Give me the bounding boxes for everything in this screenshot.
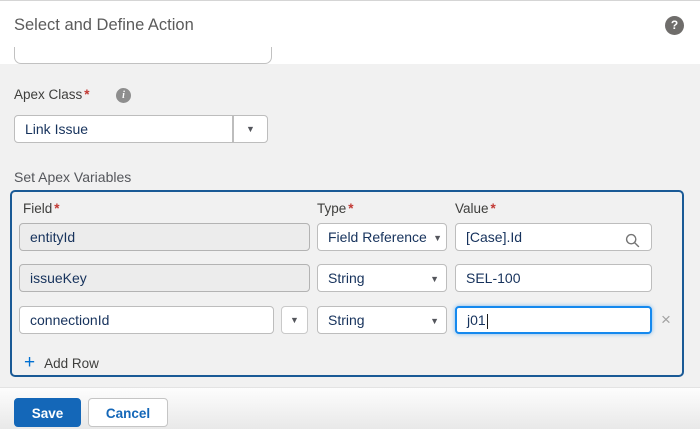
add-row-label: Add Row [44, 356, 99, 371]
close-icon[interactable]: × [657, 309, 675, 331]
required-asterisk: * [348, 201, 353, 216]
search-icon[interactable] [625, 230, 640, 251]
type-select-row2[interactable]: String ▼ [317, 264, 447, 292]
required-asterisk: * [54, 201, 59, 216]
chevron-down-icon: ▼ [430, 308, 439, 334]
text-cursor [487, 314, 489, 329]
footer-bar: Save Cancel [0, 387, 700, 429]
value-input-row3-text: j01 [467, 312, 486, 328]
apex-class-combobox[interactable]: Link Issue [14, 115, 233, 143]
field-header-text: Field [23, 201, 52, 216]
apex-class-label: Apex Class* [14, 87, 90, 102]
field-dropdown-button-row3[interactable]: ▼ [281, 306, 308, 334]
value-input-row3-focused[interactable]: j01 [455, 306, 652, 334]
type-select-row2-value: String [328, 270, 365, 286]
type-select-row3-value: String [328, 312, 365, 328]
column-header-value: Value* [455, 201, 496, 216]
chevron-down-icon: ▼ [290, 307, 299, 333]
chevron-down-icon: ▼ [430, 266, 439, 292]
value-input-row2[interactable]: SEL-100 [455, 264, 652, 292]
set-apex-variables-title: Set Apex Variables [14, 169, 131, 185]
value-input-row1[interactable]: [Case].Id [455, 223, 652, 251]
apex-class-label-text: Apex Class [14, 87, 82, 102]
save-button[interactable]: Save [14, 398, 81, 427]
info-icon[interactable]: i [116, 88, 131, 103]
plus-icon: + [24, 352, 35, 373]
type-select-row3[interactable]: String ▼ [317, 306, 447, 334]
column-header-field: Field* [23, 201, 60, 216]
field-combobox-row3[interactable]: connectionId [19, 306, 274, 334]
type-header-text: Type [317, 201, 346, 216]
action-name-input-cutoff[interactable] [14, 47, 272, 64]
select-define-action-panel: Select and Define Action ? Apex Class* i… [0, 0, 700, 429]
required-asterisk: * [491, 201, 496, 216]
type-select-row1-value: Field Reference [328, 229, 427, 245]
cancel-button[interactable]: Cancel [88, 398, 168, 427]
field-input-row1: entityId [19, 223, 310, 251]
value-input-row1-text: [Case].Id [466, 229, 522, 245]
chevron-down-icon: ▼ [433, 225, 442, 251]
field-input-row2: issueKey [19, 264, 310, 292]
type-select-row1[interactable]: Field Reference ▼ [317, 223, 447, 251]
add-row-button[interactable]: + Add Row [24, 352, 99, 374]
required-asterisk: * [84, 87, 89, 102]
help-icon[interactable]: ? [665, 16, 684, 35]
page-title: Select and Define Action [14, 16, 194, 35]
apex-class-dropdown-button[interactable]: ▼ [233, 115, 268, 143]
chevron-down-icon: ▼ [246, 116, 255, 142]
value-header-text: Value [455, 201, 489, 216]
column-header-type: Type* [317, 201, 354, 216]
